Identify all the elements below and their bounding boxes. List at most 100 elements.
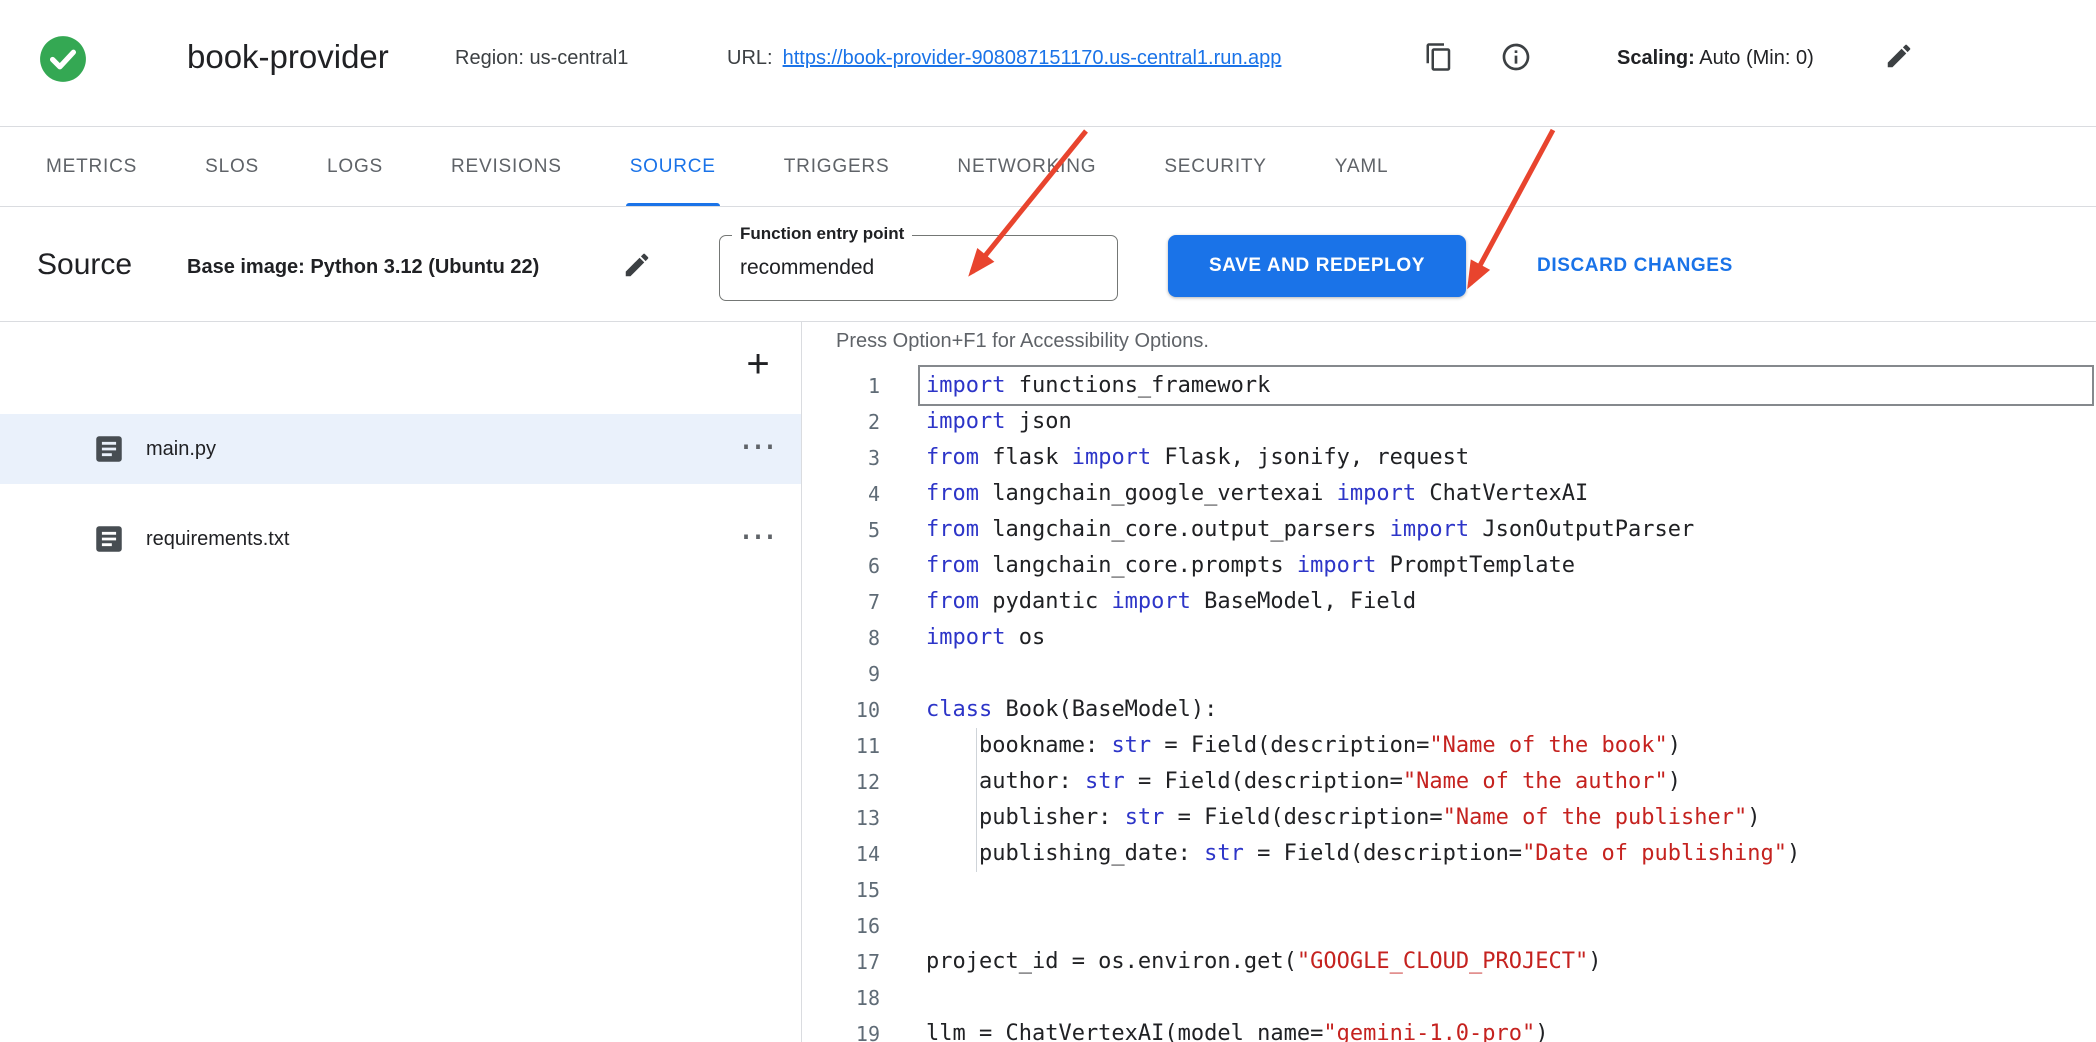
service-title: book-provider xyxy=(187,38,389,76)
file-list: main.py ⋯ requirements.txt ⋯ xyxy=(0,414,801,594)
file-name: requirements.txt xyxy=(146,528,289,551)
line-content: publisher: str = Field(description="Name… xyxy=(926,800,1760,836)
code-line-6[interactable]: 6 from langchain_core.prompts import Prom… xyxy=(802,548,2096,584)
line-number: 12 xyxy=(802,764,880,800)
base-image-label: Base image: Python 3.12 (Ubuntu 22) xyxy=(187,256,539,279)
line-content: from pydantic import BaseModel, Field xyxy=(926,584,1416,620)
code-line-7[interactable]: 7from pydantic import BaseModel, Field xyxy=(802,584,2096,620)
tab-security[interactable]: SECURITY xyxy=(1130,128,1300,206)
region-label: Region: us-central1 xyxy=(455,47,628,70)
line-number: 19 xyxy=(802,1016,880,1042)
line-number: 14 xyxy=(802,836,880,872)
code-line-5[interactable]: 5 from langchain_core.output_parsers impo… xyxy=(802,512,2096,548)
line-content: from flask import Flask, jsonify, reques… xyxy=(926,440,1469,476)
file-panel: + main.py ⋯ requirements.txt ⋯ xyxy=(0,322,802,1042)
service-healthy-icon xyxy=(38,34,88,84)
line-content: llm = ChatVertexAI(model_name="gemini-1.… xyxy=(926,1016,1549,1042)
line-number: 2 xyxy=(802,404,880,440)
tab-slos[interactable]: SLOS xyxy=(171,128,293,206)
edit-base-image-icon[interactable] xyxy=(622,250,652,280)
file-icon xyxy=(92,522,126,556)
code-line-16[interactable]: 16 xyxy=(802,908,2096,944)
line-content: publishing_date: str = Field(description… xyxy=(926,836,1800,872)
tab-yaml[interactable]: YAML xyxy=(1301,128,1423,206)
add-file-button[interactable]: + xyxy=(733,339,783,389)
entry-point-field[interactable]: Function entry point recommended xyxy=(719,235,1118,301)
info-icon[interactable] xyxy=(1500,41,1532,73)
file-menu-button[interactable]: ⋯ xyxy=(740,425,777,467)
entry-point-label: Function entry point xyxy=(732,224,912,244)
save-and-redeploy-button[interactable]: SAVE AND REDEPLOY xyxy=(1168,235,1466,297)
line-number: 11 xyxy=(802,728,880,764)
code-line-12[interactable]: 12 author: str = Field(description="Name… xyxy=(802,764,2096,800)
line-number: 5 xyxy=(802,512,880,548)
line-content: class Book(BaseModel): xyxy=(926,692,1217,728)
code-line-10[interactable]: 10 class Book(BaseModel): xyxy=(802,692,2096,728)
code-line-2[interactable]: 2 import json xyxy=(802,404,2096,440)
scaling-label: Scaling: Auto (Min: 0) xyxy=(1617,47,1814,70)
line-number: 17 xyxy=(802,944,880,980)
file-icon xyxy=(92,432,126,466)
code-area: 1import functions_framework2import json3… xyxy=(802,368,2096,1042)
indent-guide xyxy=(976,836,977,872)
discard-changes-button[interactable]: DISCARD CHANGES xyxy=(1537,235,1733,297)
line-content: bookname: str = Field(description="Name … xyxy=(926,728,1681,764)
file-item-main.py[interactable]: main.py ⋯ xyxy=(0,414,801,484)
tab-metrics[interactable]: METRICS xyxy=(12,128,171,206)
code-line-8[interactable]: 8 import os xyxy=(802,620,2096,656)
file-item-requirements.txt[interactable]: requirements.txt ⋯ xyxy=(0,504,801,574)
code-line-11[interactable]: 11 bookname: str = Field(description="Na… xyxy=(802,728,2096,764)
line-content: from langchain_core.output_parsers impor… xyxy=(926,512,1694,548)
line-number: 18 xyxy=(802,980,880,1016)
indent-guide xyxy=(976,764,977,800)
tab-source[interactable]: SOURCE xyxy=(596,128,750,206)
indent-guide xyxy=(976,800,977,836)
code-line-14[interactable]: 14 publishing_date: str = Field(descript… xyxy=(802,836,2096,872)
line-number: 9 xyxy=(802,656,880,692)
code-line-18[interactable]: 18 xyxy=(802,980,2096,1016)
line-content: project_id = os.environ.get("GOOGLE_CLOU… xyxy=(926,944,1602,980)
service-header: book-provider Region: us-central1 URL: h… xyxy=(0,0,2096,127)
service-url-link[interactable]: https://book-provider-908087151170.us-ce… xyxy=(783,47,1282,70)
tab-logs[interactable]: LOGS xyxy=(293,128,417,206)
code-line-1[interactable]: 1 import functions_framework xyxy=(802,368,2096,404)
source-toolbar: Source Base image: Python 3.12 (Ubuntu 2… xyxy=(0,208,2096,322)
line-content: author: str = Field(description="Name of… xyxy=(926,764,1681,800)
tab-triggers[interactable]: TRIGGERS xyxy=(750,128,924,206)
copy-url-icon[interactable] xyxy=(1424,42,1454,72)
line-number: 1 xyxy=(802,368,880,404)
code-editor[interactable]: Press Option+F1 for Accessibility Option… xyxy=(802,322,2096,1042)
line-number: 10 xyxy=(802,692,880,728)
code-line-13[interactable]: 13 publisher: str = Field(description="N… xyxy=(802,800,2096,836)
tab-bar: METRICSSLOSLOGSREVISIONSSOURCETRIGGERSNE… xyxy=(0,128,2096,207)
code-line-15[interactable]: 15 xyxy=(802,872,2096,908)
line-content: import os xyxy=(926,620,1045,656)
source-content: + main.py ⋯ requirements.txt ⋯ Press Option… xyxy=(0,322,2096,1042)
entry-point-value: recommended xyxy=(740,256,874,280)
file-menu-button[interactable]: ⋯ xyxy=(740,515,777,557)
code-line-3[interactable]: 3 from flask import Flask, jsonify, reque… xyxy=(802,440,2096,476)
url-label: URL: xyxy=(727,47,773,70)
line-number: 15 xyxy=(802,872,880,908)
line-number: 6 xyxy=(802,548,880,584)
line-number: 3 xyxy=(802,440,880,476)
line-number: 8 xyxy=(802,620,880,656)
file-name: main.py xyxy=(146,438,216,461)
tab-networking[interactable]: NETWORKING xyxy=(923,128,1130,206)
source-section-title: Source xyxy=(37,248,132,282)
accessibility-hint: Press Option+F1 for Accessibility Option… xyxy=(836,330,1209,353)
line-content: from langchain_google_vertexai import Ch… xyxy=(926,476,1588,512)
tab-revisions[interactable]: REVISIONS xyxy=(417,128,596,206)
indent-guide xyxy=(976,728,977,764)
line-content: import functions_framework xyxy=(926,368,1270,404)
code-line-17[interactable]: 17 project_id = os.environ.get("GOOGLE_CL… xyxy=(802,944,2096,980)
line-content: from langchain_core.prompts import Promp… xyxy=(926,548,1575,584)
line-number: 16 xyxy=(802,908,880,944)
code-line-9[interactable]: 9 xyxy=(802,656,2096,692)
line-number: 4 xyxy=(802,476,880,512)
code-line-19[interactable]: 19 llm = ChatVertexAI(model_name="gemini-… xyxy=(802,1016,2096,1042)
code-line-4[interactable]: 4 from langchain_google_vertexai import C… xyxy=(802,476,2096,512)
line-content: import json xyxy=(926,404,1072,440)
line-number: 13 xyxy=(802,800,880,836)
edit-scaling-icon[interactable] xyxy=(1884,41,1914,71)
